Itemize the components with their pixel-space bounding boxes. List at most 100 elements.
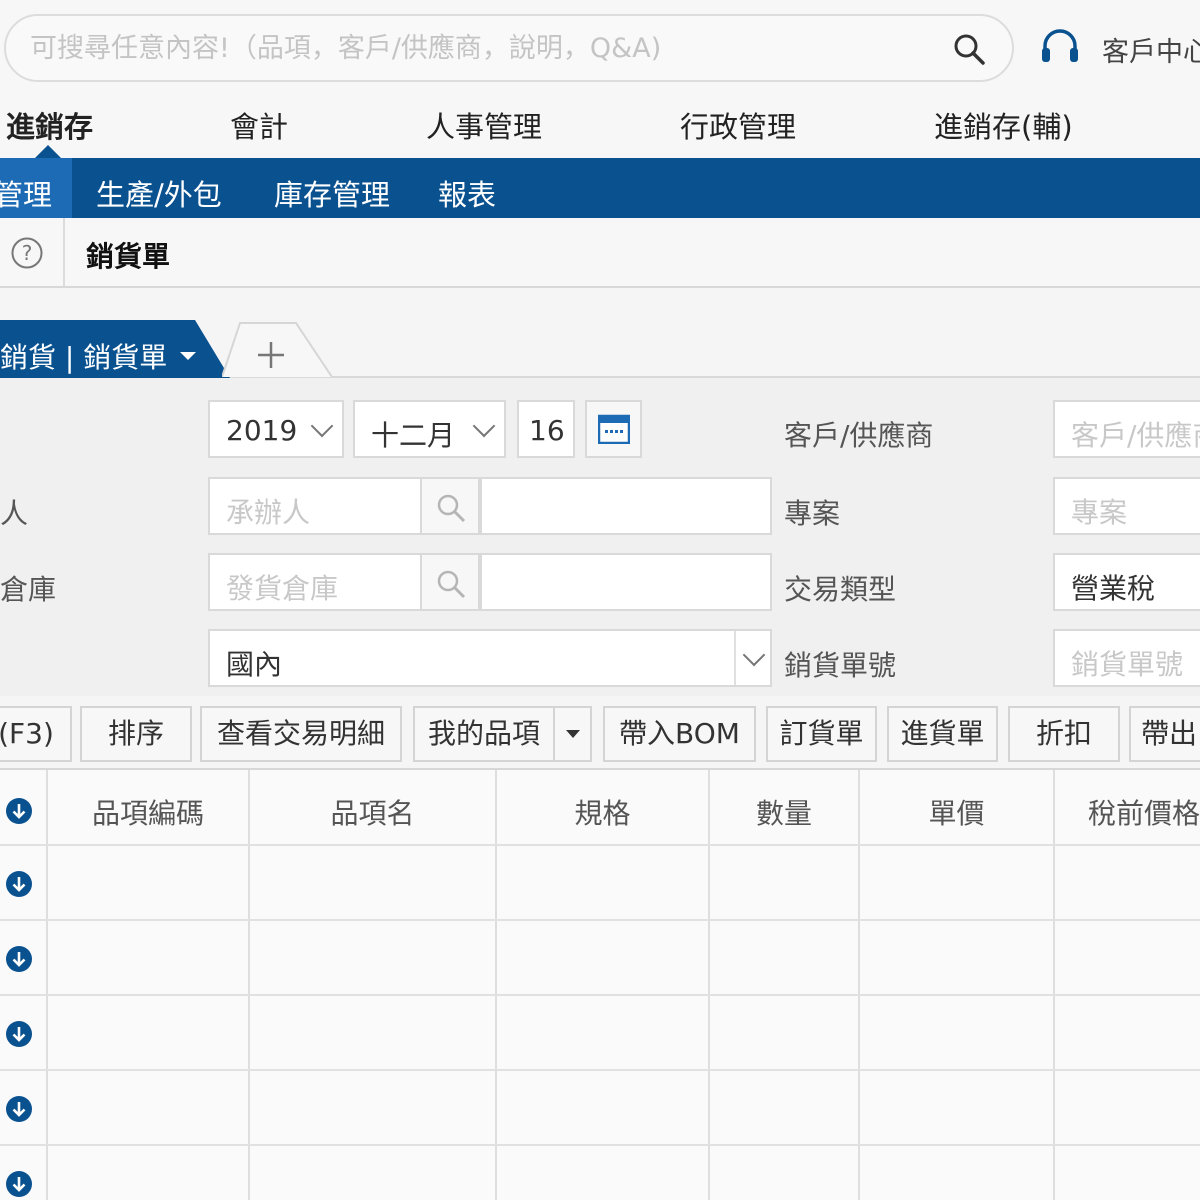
handler-label: 人 — [0, 497, 29, 530]
column-divider — [858, 770, 860, 1200]
trade-type-select[interactable]: 營業稅 — [1053, 553, 1200, 611]
page-title: 銷貨單 — [86, 240, 171, 273]
global-search[interactable] — [4, 14, 1014, 82]
module-tab-hr[interactable]: 人事管理 — [426, 104, 542, 146]
project-placeholder: 專案 — [1071, 496, 1128, 529]
column-header-pretax-price[interactable]: 稅前價格 — [1088, 792, 1200, 832]
row-divider — [0, 1069, 1200, 1071]
help-icon[interactable]: ? — [10, 236, 44, 270]
submenu-item-management[interactable]: 管理 — [0, 172, 52, 214]
year-value: 2019 — [226, 414, 298, 447]
calendar-icon — [598, 414, 630, 444]
day-input[interactable]: 16 — [517, 400, 575, 458]
module-tab-admin[interactable]: 行政管理 — [680, 104, 796, 146]
project-field[interactable]: 專案 — [1053, 477, 1200, 535]
handler-name-display[interactable] — [480, 477, 772, 535]
submenu-item-reports[interactable]: 報表 — [438, 172, 496, 214]
my-items-dropdown[interactable] — [553, 706, 592, 762]
row-divider — [0, 1144, 1200, 1146]
export-button[interactable]: 帶出 — [1129, 706, 1200, 762]
trade-type-label: 交易類型 — [784, 573, 897, 606]
top-bar: 客戶中心 — [0, 0, 1200, 95]
caret-down-icon — [566, 730, 580, 738]
column-header-item-code[interactable]: 品項編碼 — [48, 792, 248, 832]
handler-search-button[interactable] — [420, 477, 480, 535]
row-divider — [0, 919, 1200, 921]
insert-row-icon[interactable] — [5, 945, 33, 973]
form-area: 2019 十二月 16 客戶/供應商 客戶/供應商 人 承辦人 專案 專案 倉庫 — [0, 378, 1200, 696]
customer-label: 客戶/供應商 — [784, 419, 934, 452]
month-select[interactable]: 十二月 — [353, 400, 506, 458]
module-tab-accounting[interactable]: 會計 — [230, 104, 288, 146]
svg-text:?: ? — [22, 241, 33, 265]
caret-down-icon[interactable] — [180, 352, 196, 360]
warehouse-placeholder: 發貨倉庫 — [226, 572, 339, 605]
search-icon[interactable] — [952, 32, 986, 66]
insert-row-icon[interactable] — [5, 1020, 33, 1048]
chevron-down-icon — [310, 414, 334, 438]
submenu-bar: 管理 生產/外包 庫存管理 報表 — [0, 158, 1200, 218]
module-tab-inventory-aux[interactable]: 進銷存(輔) — [934, 104, 1073, 146]
insert-row-icon[interactable] — [5, 797, 33, 825]
warehouse-name-display[interactable] — [480, 553, 772, 611]
month-value: 十二月 — [371, 419, 456, 452]
discount-button[interactable]: 折扣 — [1008, 706, 1120, 762]
column-divider — [46, 770, 48, 1200]
insert-row-icon[interactable] — [5, 1170, 33, 1198]
insert-row-icon[interactable] — [5, 870, 33, 898]
divider — [734, 631, 736, 685]
add-tab-button[interactable] — [222, 321, 334, 377]
divider — [63, 218, 65, 286]
submenu-item-production[interactable]: 生產/外包 — [96, 172, 222, 214]
column-divider — [495, 770, 497, 1200]
insert-row-icon[interactable] — [5, 1095, 33, 1123]
customer-field[interactable]: 客戶/供應商 — [1053, 400, 1200, 458]
chevron-down-icon — [472, 414, 496, 438]
active-module-indicator — [34, 145, 62, 159]
sales-no-field[interactable]: 銷貨單號 — [1053, 629, 1200, 687]
row-divider — [0, 844, 1200, 846]
search-f3-button[interactable]: (F3) — [0, 706, 72, 762]
search-icon — [437, 570, 466, 599]
year-select[interactable]: 2019 — [208, 400, 344, 458]
my-items-button[interactable]: 我的品項 — [413, 706, 555, 762]
column-header-unit-price[interactable]: 單價 — [860, 792, 1053, 832]
column-divider — [708, 770, 710, 1200]
sort-button[interactable]: 排序 — [80, 706, 192, 762]
toolbar: (F3) 排序 查看交易明細 我的品項 帶入BOM 訂貨單 進貨單 折扣 帶出 — [0, 706, 1200, 768]
chevron-down-icon — [742, 643, 766, 667]
customer-center-link[interactable]: 客戶中心 — [1102, 30, 1200, 69]
search-icon — [437, 494, 466, 523]
view-transactions-button[interactable]: 查看交易明細 — [200, 706, 402, 762]
search-input[interactable] — [30, 28, 930, 68]
headset-icon[interactable] — [1040, 26, 1080, 70]
column-divider — [1053, 770, 1055, 1200]
page-title-row: ? 銷貨單 — [0, 218, 1200, 288]
import-bom-button[interactable]: 帶入BOM — [603, 706, 756, 762]
module-tab-inventory[interactable]: 進銷存 — [6, 104, 93, 146]
region-label-fragment: : — [0, 644, 1, 677]
project-label: 專案 — [784, 497, 841, 530]
calendar-button[interactable] — [585, 400, 642, 458]
column-header-quantity[interactable]: 數量 — [710, 792, 858, 832]
region-select[interactable]: 國內 — [208, 629, 772, 687]
warehouse-label: 倉庫 — [0, 573, 57, 606]
trade-type-value: 營業稅 — [1071, 572, 1156, 605]
module-tabs: 進銷存 會計 人事管理 行政管理 進銷存(輔) — [0, 95, 1200, 158]
submenu-item-stock[interactable]: 庫存管理 — [274, 172, 390, 214]
sales-no-label: 銷貨單號 — [784, 649, 897, 682]
column-divider — [248, 770, 250, 1200]
doc-tab-label[interactable]: 銷貨 | 銷貨單 — [0, 336, 167, 376]
customer-placeholder: 客戶/供應商 — [1071, 419, 1200, 452]
row-divider — [0, 994, 1200, 996]
order-button[interactable]: 訂貨單 — [766, 706, 877, 762]
day-value: 16 — [529, 414, 565, 447]
warehouse-search-button[interactable] — [420, 553, 480, 611]
warehouse-field[interactable]: 發貨倉庫 — [208, 553, 422, 611]
handler-field[interactable]: 承辦人 — [208, 477, 422, 535]
column-header-spec[interactable]: 規格 — [497, 792, 708, 832]
purchase-button[interactable]: 進貨單 — [887, 706, 998, 762]
column-header-item-name[interactable]: 品項名 — [250, 792, 495, 832]
sales-no-placeholder: 銷貨單號 — [1071, 648, 1184, 681]
items-table: 品項編碼 品項名 規格 數量 單價 稅前價格 — [0, 768, 1200, 1200]
